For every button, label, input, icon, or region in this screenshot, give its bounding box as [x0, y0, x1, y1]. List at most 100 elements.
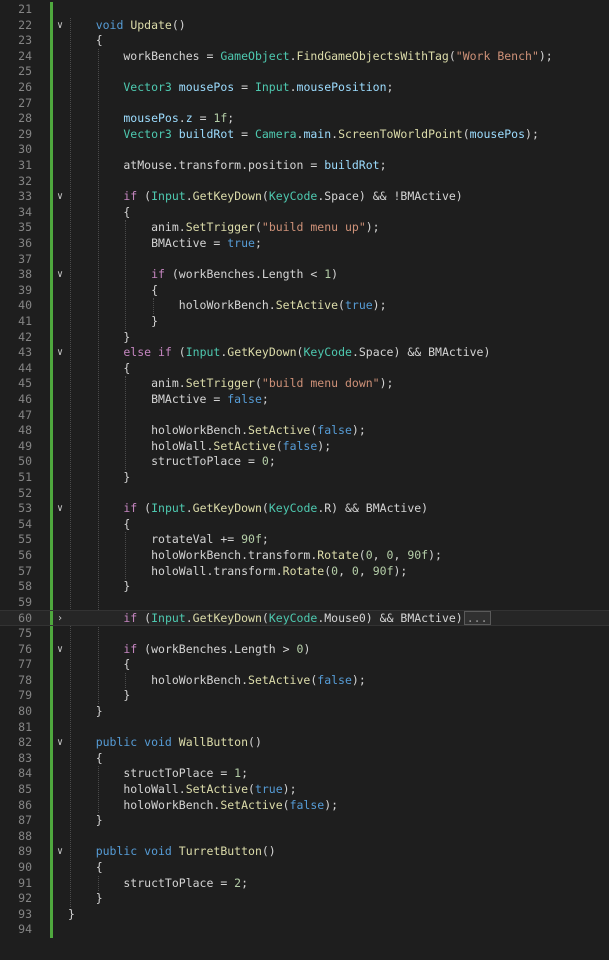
code-line[interactable]: 89 ∨ public void TurretButton(): [0, 844, 609, 860]
code-line[interactable]: 25: [0, 64, 609, 80]
code-editor[interactable]: 21 22 ∨ void Update() 23 {24 workBenches = …: [0, 0, 609, 960]
code-line[interactable]: 44 {: [0, 360, 609, 377]
code-line[interactable]: 76 ∨ if (workBenches.Length > 0): [0, 641, 609, 658]
fold-expanded-icon[interactable]: ∨: [57, 267, 63, 283]
fold-expanded-icon[interactable]: ∨: [57, 844, 63, 860]
code-line[interactable]: 79 }: [0, 688, 609, 704]
git-change-indicator[interactable]: [50, 750, 53, 767]
git-change-indicator[interactable]: [50, 407, 53, 424]
code-line[interactable]: 91 structToPlace = 2;: [0, 875, 609, 892]
git-change-indicator[interactable]: [50, 64, 53, 80]
git-change-indicator[interactable]: [50, 329, 53, 346]
fold-expanded-icon[interactable]: ∨: [57, 189, 63, 205]
git-change-indicator[interactable]: [50, 875, 53, 892]
git-change-indicator[interactable]: [50, 657, 53, 673]
code-line[interactable]: 93}: [0, 906, 609, 923]
code-line[interactable]: 75: [0, 626, 609, 642]
git-change-indicator[interactable]: [50, 111, 53, 127]
code-line[interactable]: 39 {: [0, 282, 609, 299]
code-line[interactable]: 50 structToPlace = 0;: [0, 454, 609, 470]
code-line[interactable]: 38 ∨ if (workBenches.Length < 1): [0, 267, 609, 283]
git-change-indicator[interactable]: [50, 17, 53, 34]
git-change-indicator[interactable]: [50, 828, 53, 845]
git-change-indicator[interactable]: [50, 641, 53, 658]
git-change-indicator[interactable]: [50, 33, 53, 49]
code-line[interactable]: 78 holoWorkBench.SetActive(false);: [0, 672, 609, 689]
code-line[interactable]: 58 }: [0, 579, 609, 595]
code-line[interactable]: 46 BMActive = false;: [0, 392, 609, 408]
git-change-indicator[interactable]: [50, 236, 53, 252]
git-change-indicator[interactable]: [50, 314, 53, 330]
git-change-indicator[interactable]: [50, 782, 53, 798]
code-line[interactable]: 36 BMActive = true;: [0, 236, 609, 252]
git-change-indicator[interactable]: [50, 158, 53, 174]
code-line[interactable]: 41 }: [0, 314, 609, 330]
code-line[interactable]: 48 holoWorkBench.SetActive(false);: [0, 423, 609, 439]
code-line[interactable]: 52: [0, 485, 609, 502]
git-change-indicator[interactable]: [50, 672, 53, 689]
code-line[interactable]: 92 }: [0, 891, 609, 907]
git-change-indicator[interactable]: [50, 813, 53, 829]
code-line[interactable]: 90 {: [0, 860, 609, 876]
git-change-indicator[interactable]: [50, 95, 53, 112]
git-change-indicator[interactable]: [50, 719, 53, 736]
git-change-indicator[interactable]: [50, 594, 53, 611]
code-line[interactable]: 55 rotateVal += 90f;: [0, 532, 609, 548]
git-change-indicator[interactable]: [50, 423, 53, 439]
fold-expanded-icon[interactable]: ∨: [57, 501, 63, 517]
git-change-indicator[interactable]: [50, 548, 53, 564]
code-line[interactable]: 82 ∨ public void WallButton(): [0, 735, 609, 751]
git-change-indicator[interactable]: [50, 844, 53, 860]
git-change-indicator[interactable]: [50, 454, 53, 470]
code-line[interactable]: 84 structToPlace = 1;: [0, 766, 609, 782]
git-change-indicator[interactable]: [50, 282, 53, 299]
git-change-indicator[interactable]: [50, 376, 53, 392]
code-line[interactable]: 53 ∨ if (Input.GetKeyDown(KeyCode.R) && B…: [0, 501, 609, 517]
code-line[interactable]: 24 workBenches = GameObject.FindGameObje…: [0, 48, 609, 65]
git-change-indicator[interactable]: [50, 704, 53, 720]
git-change-indicator[interactable]: [50, 891, 53, 907]
git-change-indicator[interactable]: [50, 267, 53, 283]
code-line[interactable]: 51 }: [0, 470, 609, 486]
git-change-indicator[interactable]: [50, 126, 53, 143]
git-change-indicator[interactable]: [50, 860, 53, 876]
git-change-indicator[interactable]: [50, 579, 53, 595]
code-line[interactable]: 21: [0, 2, 609, 18]
git-change-indicator[interactable]: [50, 142, 53, 158]
code-line[interactable]: 35 anim.SetTrigger("build menu up");: [0, 220, 609, 236]
git-change-indicator[interactable]: [50, 688, 53, 704]
code-line[interactable]: 49 holoWall.SetActive(false);: [0, 438, 609, 455]
code-line[interactable]: 30: [0, 142, 609, 158]
code-line[interactable]: 32: [0, 173, 609, 190]
code-line[interactable]: 54 {: [0, 516, 609, 533]
git-change-indicator[interactable]: [50, 626, 53, 642]
git-change-indicator[interactable]: [50, 220, 53, 236]
collapsed-region-marker[interactable]: ...: [463, 611, 491, 626]
fold-expanded-icon[interactable]: ∨: [57, 735, 63, 751]
code-line[interactable]: 77 {: [0, 657, 609, 673]
fold-expanded-icon[interactable]: ∨: [57, 18, 63, 34]
git-change-indicator[interactable]: [50, 392, 53, 408]
code-line[interactable]: 31 atMouse.transform.position = buildRot…: [0, 158, 609, 174]
git-change-indicator[interactable]: [50, 735, 53, 751]
fold-expanded-icon[interactable]: ∨: [57, 345, 63, 361]
code-line[interactable]: 88: [0, 828, 609, 845]
git-change-indicator[interactable]: [50, 189, 53, 205]
code-line[interactable]: 45 anim.SetTrigger("build menu down");: [0, 376, 609, 392]
git-change-indicator[interactable]: [50, 532, 53, 548]
code-line[interactable]: 59: [0, 594, 609, 611]
git-change-indicator[interactable]: [50, 80, 53, 96]
git-change-indicator[interactable]: [50, 611, 53, 625]
code-line[interactable]: 81: [0, 719, 609, 736]
code-line[interactable]: 29 Vector3 buildRot = Camera.main.Screen…: [0, 126, 609, 143]
git-change-indicator[interactable]: [50, 2, 53, 18]
code-line[interactable]: 80 }: [0, 704, 609, 720]
git-change-indicator[interactable]: [50, 766, 53, 782]
code-line[interactable]: 33 ∨ if (Input.GetKeyDown(KeyCode.Space) …: [0, 189, 609, 205]
git-change-indicator[interactable]: [50, 485, 53, 502]
code-line[interactable]: 86 holoWorkBench.SetActive(false);: [0, 797, 609, 814]
code-line[interactable]: 47: [0, 407, 609, 424]
code-line[interactable]: 43 ∨ else if (Input.GetKeyDown(KeyCode.Sp…: [0, 345, 609, 361]
code-line[interactable]: 26 Vector3 mousePos = Input.mousePositio…: [0, 80, 609, 96]
git-change-indicator[interactable]: [50, 906, 53, 923]
